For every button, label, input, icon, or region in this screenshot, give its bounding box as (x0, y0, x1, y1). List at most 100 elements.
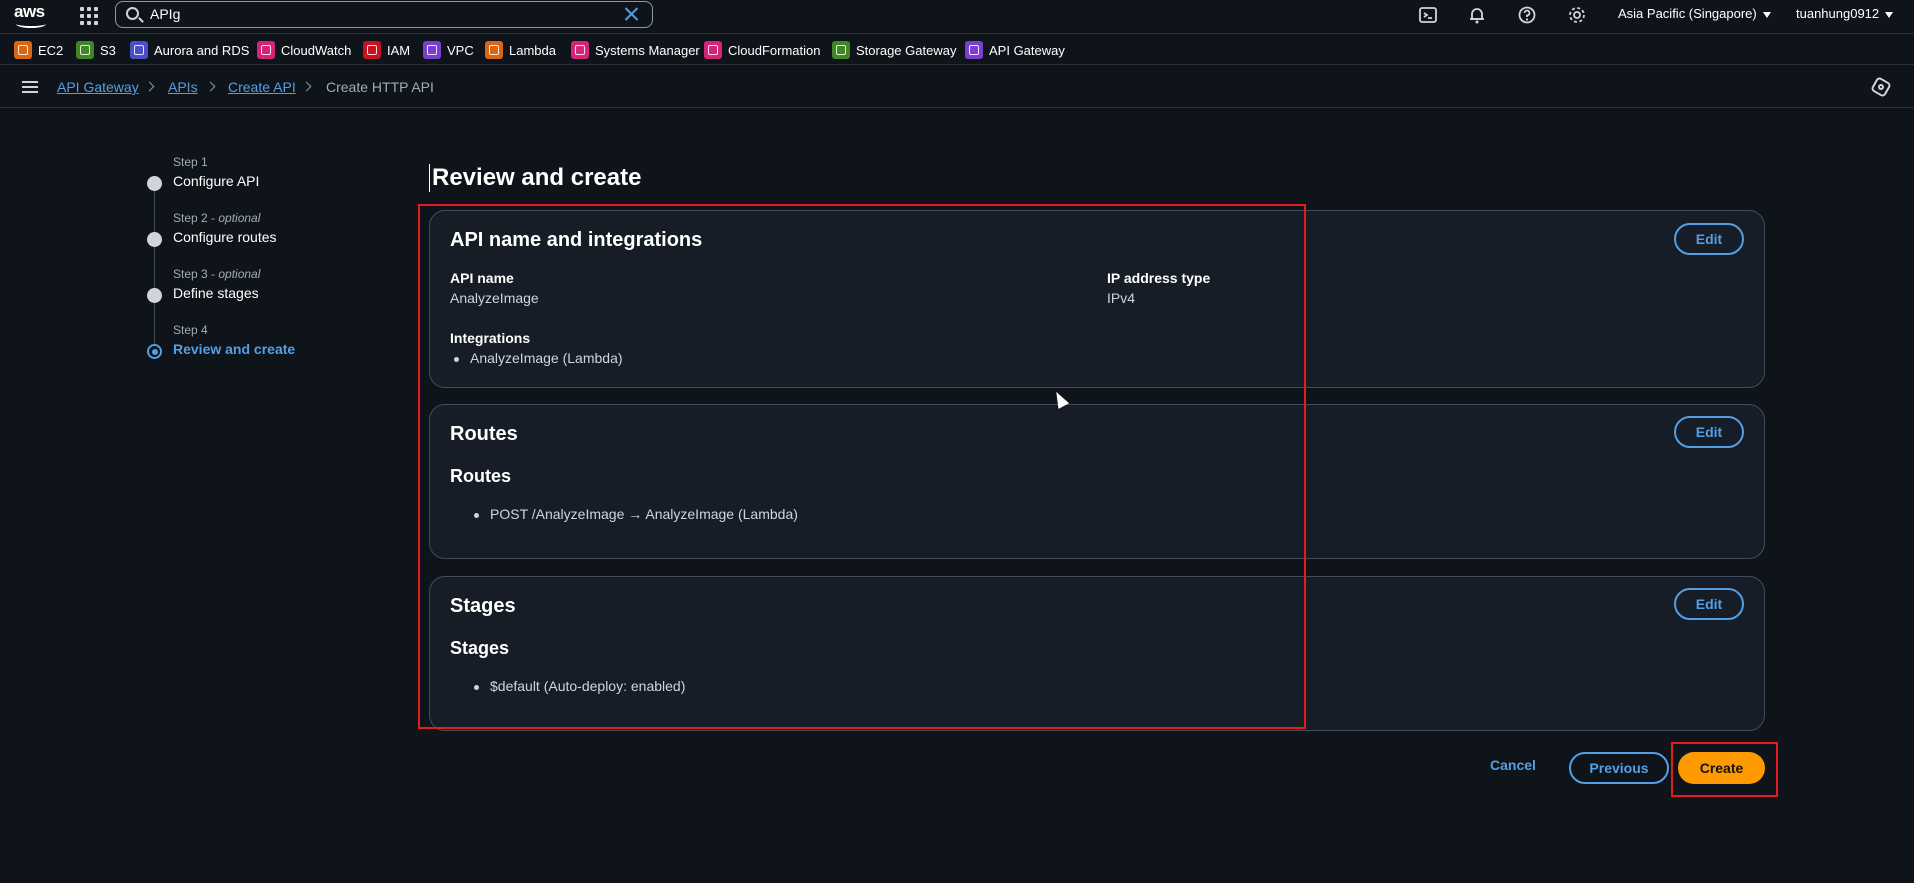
step-2-indicator (147, 232, 162, 247)
favorite-label: Lambda (509, 42, 556, 58)
service-icon (832, 41, 850, 59)
route-item: POST /AnalyzeImage → AnalyzeImage (Lambd… (474, 506, 798, 522)
step-title: Review and create (173, 341, 296, 357)
favorite-vpc[interactable]: VPC (423, 40, 474, 60)
chevron-down-icon (1762, 11, 1771, 18)
favorite-label: API Gateway (989, 42, 1065, 58)
region-selector[interactable]: Asia Pacific (Singapore) (1618, 6, 1771, 21)
favorite-label: EC2 (38, 42, 64, 58)
favorite-label: Systems Manager (595, 42, 700, 58)
notifications-bell-icon[interactable] (1467, 5, 1487, 25)
favorite-s3[interactable]: S3 (76, 40, 116, 60)
edit-button[interactable]: Edit (1674, 588, 1744, 620)
edit-button[interactable]: Edit (1674, 223, 1744, 255)
step-title: Define stages (173, 285, 259, 301)
api-name-value: AnalyzeImage (450, 290, 539, 306)
settings-gear-icon[interactable] (1567, 5, 1587, 25)
stepper-line (154, 184, 155, 352)
account-label: tuanhung0912 (1796, 6, 1880, 21)
step-number: Step 3 - optional (173, 267, 261, 281)
favorite-ec2[interactable]: EC2 (14, 40, 63, 60)
favorite-iam[interactable]: IAM (363, 40, 410, 60)
card-subheading: Stages (450, 638, 510, 658)
top-navigation-bar: aws Asia Pacific (Singapore) tuanhung091… (0, 0, 1914, 34)
service-icon (363, 41, 381, 59)
favorite-cloudformation[interactable]: CloudFormation (704, 40, 821, 60)
step-1-indicator (147, 176, 162, 191)
chevron-right-icon (205, 81, 216, 92)
edit-button[interactable]: Edit (1674, 416, 1744, 448)
integration-item: AnalyzeImage (Lambda) (454, 350, 623, 366)
create-button[interactable]: Create (1678, 752, 1765, 784)
card-heading: Routes (450, 423, 518, 445)
page-title: Review and create (429, 164, 641, 192)
previous-button[interactable]: Previous (1569, 752, 1669, 784)
cloudshell-icon[interactable] (1418, 5, 1438, 25)
service-icon (423, 41, 441, 59)
service-icon (571, 41, 589, 59)
service-icon (704, 41, 722, 59)
clear-search-icon[interactable] (622, 5, 640, 23)
breadcrumb-create-api[interactable]: Create API (228, 79, 296, 95)
cancel-button[interactable]: Cancel (1490, 757, 1536, 773)
favorite-label: Aurora and RDS (154, 42, 250, 58)
step-3-indicator (147, 288, 162, 303)
favorite-cloudwatch[interactable]: CloudWatch (257, 40, 351, 60)
service-icon (257, 41, 275, 59)
service-icon (485, 41, 503, 59)
chevron-down-icon (1885, 11, 1894, 18)
favorite-lambda[interactable]: Lambda (485, 40, 556, 60)
chevron-right-icon (301, 81, 312, 92)
favorite-label: S3 (100, 42, 116, 58)
service-icon (130, 41, 148, 59)
step-number: Step 1 (173, 155, 208, 169)
preferences-icon[interactable] (1870, 76, 1892, 98)
aws-smile-icon (16, 20, 46, 28)
step-title: Configure API (173, 173, 260, 189)
favorite-aurora-and-rds[interactable]: Aurora and RDS (130, 40, 249, 60)
step-3[interactable]: Step 3 - optional Define stages (173, 267, 260, 301)
card-heading: Stages (450, 595, 516, 617)
search-box (115, 1, 653, 28)
favorites-bar: EC2 S3 Aurora and RDS CloudWatch IAM VPC Lambd… (0, 35, 1914, 65)
favorite-label: CloudWatch (281, 42, 352, 58)
stage-item: $default (Auto-deploy: enabled) (473, 678, 686, 694)
breadcrumb-apis[interactable]: APIs (168, 79, 198, 95)
step-title: Configure routes (173, 229, 277, 245)
card-heading: API name and integrations (450, 229, 703, 251)
integrations-label: Integrations (450, 330, 531, 346)
search-input[interactable] (150, 4, 590, 24)
favorite-api-gateway[interactable]: API Gateway (965, 40, 1065, 60)
step-number: Step 2 - optional (173, 211, 261, 225)
help-icon[interactable] (1517, 5, 1537, 25)
aws-logo-text: aws (14, 2, 45, 21)
service-icon (76, 41, 94, 59)
service-icon (965, 41, 983, 59)
step-4-indicator (147, 344, 162, 359)
menu-icon[interactable] (22, 81, 38, 93)
step-2[interactable]: Step 2 - optional Configure routes (173, 211, 277, 245)
api-name-label: API name (450, 270, 514, 286)
aws-logo[interactable]: aws (14, 2, 50, 30)
ip-address-type-label: IP address type (1107, 270, 1211, 286)
favorite-label: Storage Gateway (856, 42, 957, 58)
breadcrumb-api-gateway[interactable]: API Gateway (57, 79, 139, 95)
chevron-right-icon (144, 81, 155, 92)
step-4: Step 4 Review and create (173, 323, 295, 357)
breadcrumb-current: Create HTTP API (326, 79, 434, 95)
breadcrumb: API Gateway APIs Create API Create HTTP … (0, 66, 1914, 108)
ip-address-type-value: IPv4 (1107, 290, 1136, 306)
step-1[interactable]: Step 1 Configure API (173, 155, 259, 189)
region-label: Asia Pacific (Singapore) (1618, 6, 1757, 21)
stages-card: Stages Edit Stages $default (Auto-deploy… (429, 576, 1765, 731)
service-icon (14, 41, 32, 59)
favorite-label: CloudFormation (728, 42, 821, 58)
favorite-systems-manager[interactable]: Systems Manager (571, 40, 700, 60)
account-menu[interactable]: tuanhung0912 (1796, 6, 1894, 21)
routes-card: Routes Edit Routes POST /AnalyzeImage → … (429, 404, 1765, 559)
favorite-label: VPC (447, 42, 474, 58)
card-subheading: Routes (450, 466, 512, 486)
services-menu-icon[interactable] (78, 5, 100, 27)
step-number: Step 4 (173, 323, 208, 337)
favorite-storage-gateway[interactable]: Storage Gateway (832, 40, 956, 60)
